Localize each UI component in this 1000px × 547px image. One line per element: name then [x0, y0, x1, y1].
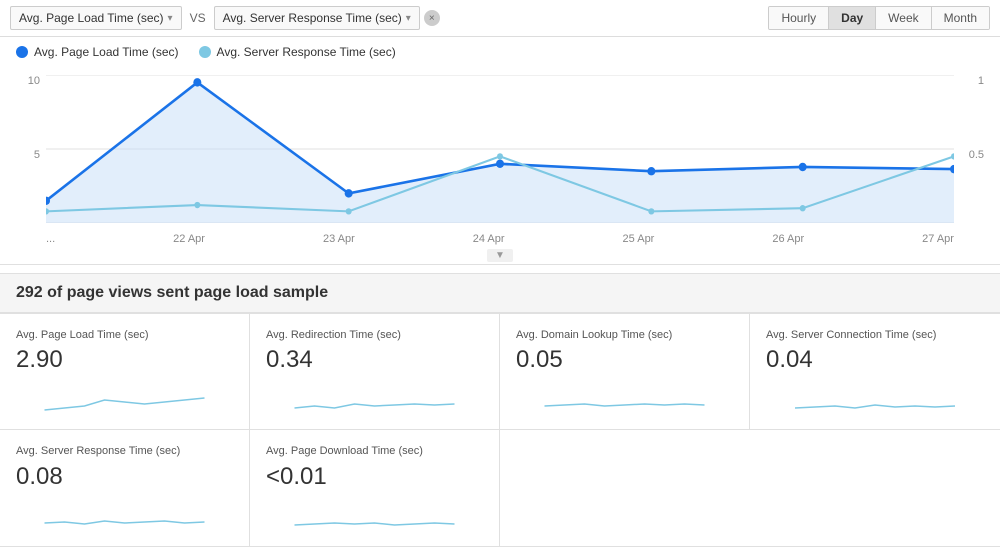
metric1-dropdown-icon: ▾	[168, 13, 173, 24]
sparkline-5	[266, 497, 483, 533]
x-label-3: 24 Apr	[473, 233, 505, 245]
legend-item-server-response: Avg. Server Response Time (sec)	[199, 45, 396, 59]
hourly-button[interactable]: Hourly	[769, 7, 829, 29]
chart-svg	[46, 75, 954, 223]
dot-page-load-2	[345, 189, 353, 197]
dot-server-5	[800, 205, 806, 211]
metric-card-0: Avg. Page Load Time (sec) 2.90	[0, 314, 250, 430]
metric-value-0: 2.90	[16, 346, 233, 374]
legend-dot-server-response	[199, 46, 211, 58]
y-right-max: 1	[956, 75, 984, 87]
dot-server-4	[648, 208, 654, 214]
metric2-dropdown-icon: ▾	[406, 13, 411, 24]
metric-title-0: Avg. Page Load Time (sec)	[16, 328, 233, 342]
metric-card-2: Avg. Domain Lookup Time (sec) 0.05	[500, 314, 750, 430]
dot-server-2	[346, 208, 352, 214]
legend-dot-page-load	[16, 46, 28, 58]
metrics-grid: Avg. Page Load Time (sec) 2.90 Avg. Redi…	[0, 313, 1000, 547]
x-axis-labels: ... 22 Apr 23 Apr 24 Apr 25 Apr 26 Apr 2…	[46, 233, 954, 245]
metric-value-1: 0.34	[266, 346, 483, 374]
chart-area: 10 5 1 0.5	[0, 67, 1000, 247]
sparkline-0	[16, 380, 233, 416]
x-label-4: 25 Apr	[623, 233, 655, 245]
x-label-2: 23 Apr	[323, 233, 355, 245]
x-label-6: 27 Apr	[922, 233, 954, 245]
y-left-mid: 5	[16, 149, 40, 161]
metric-value-3: 0.04	[766, 346, 984, 374]
metric2-label: Avg. Server Response Time (sec)	[223, 11, 402, 25]
metric2-select[interactable]: Avg. Server Response Time (sec) ▾	[214, 6, 420, 30]
sparkline-4	[16, 497, 233, 533]
close-button[interactable]: ×	[424, 10, 440, 26]
metric-title-3: Avg. Server Connection Time (sec)	[766, 328, 984, 342]
metric-card-empty-1	[500, 430, 750, 546]
metric-card-5: Avg. Page Download Time (sec) <0.01	[250, 430, 500, 546]
metric-card-empty-2	[750, 430, 1000, 546]
y-right-mid: 0.5	[956, 149, 984, 161]
sparkline-2	[516, 380, 733, 416]
metric-value-2: 0.05	[516, 346, 733, 374]
metric-value-5: <0.01	[266, 463, 483, 491]
vs-label: VS	[190, 11, 206, 25]
x-label-1: 22 Apr	[173, 233, 205, 245]
metric-value-4: 0.08	[16, 463, 233, 491]
x-label-0: ...	[46, 233, 55, 245]
legend-item-page-load: Avg. Page Load Time (sec)	[16, 45, 179, 59]
legend-label-page-load: Avg. Page Load Time (sec)	[34, 45, 179, 59]
time-period-buttons: Hourly Day Week Month	[768, 6, 990, 30]
metric-title-1: Avg. Redirection Time (sec)	[266, 328, 483, 342]
y-left-max: 10	[16, 75, 40, 87]
dot-page-load-1	[193, 78, 201, 86]
metric-card-1: Avg. Redirection Time (sec) 0.34	[250, 314, 500, 430]
chart-legend: Avg. Page Load Time (sec) Avg. Server Re…	[0, 37, 1000, 67]
month-button[interactable]: Month	[932, 7, 989, 29]
x-label-5: 26 Apr	[772, 233, 804, 245]
dot-server-6	[951, 153, 954, 159]
metric-title-5: Avg. Page Download Time (sec)	[266, 444, 483, 458]
legend-label-server-response: Avg. Server Response Time (sec)	[217, 45, 396, 59]
chart-expand-handle[interactable]: ▼	[0, 247, 1000, 265]
summary-text: 292 of page views sent page load sample	[16, 284, 328, 301]
metric1-select[interactable]: Avg. Page Load Time (sec) ▾	[10, 6, 182, 30]
sparkline-3	[766, 380, 984, 416]
header-bar: Avg. Page Load Time (sec) ▾ VS Avg. Serv…	[0, 0, 1000, 37]
summary-bar: 292 of page views sent page load sample	[0, 273, 1000, 313]
dot-page-load-5	[799, 163, 807, 171]
metric-title-4: Avg. Server Response Time (sec)	[16, 444, 233, 458]
dot-page-load-4	[647, 167, 655, 175]
week-button[interactable]: Week	[876, 7, 931, 29]
day-button[interactable]: Day	[829, 7, 876, 29]
metric-card-4: Avg. Server Response Time (sec) 0.08	[0, 430, 250, 546]
dot-server-1	[194, 202, 200, 208]
metric-card-3: Avg. Server Connection Time (sec) 0.04	[750, 314, 1000, 430]
sparkline-1	[266, 380, 483, 416]
dot-page-load-3	[496, 160, 504, 168]
metric1-label: Avg. Page Load Time (sec)	[19, 11, 164, 25]
dot-server-3	[497, 153, 503, 159]
metric-title-2: Avg. Domain Lookup Time (sec)	[516, 328, 733, 342]
